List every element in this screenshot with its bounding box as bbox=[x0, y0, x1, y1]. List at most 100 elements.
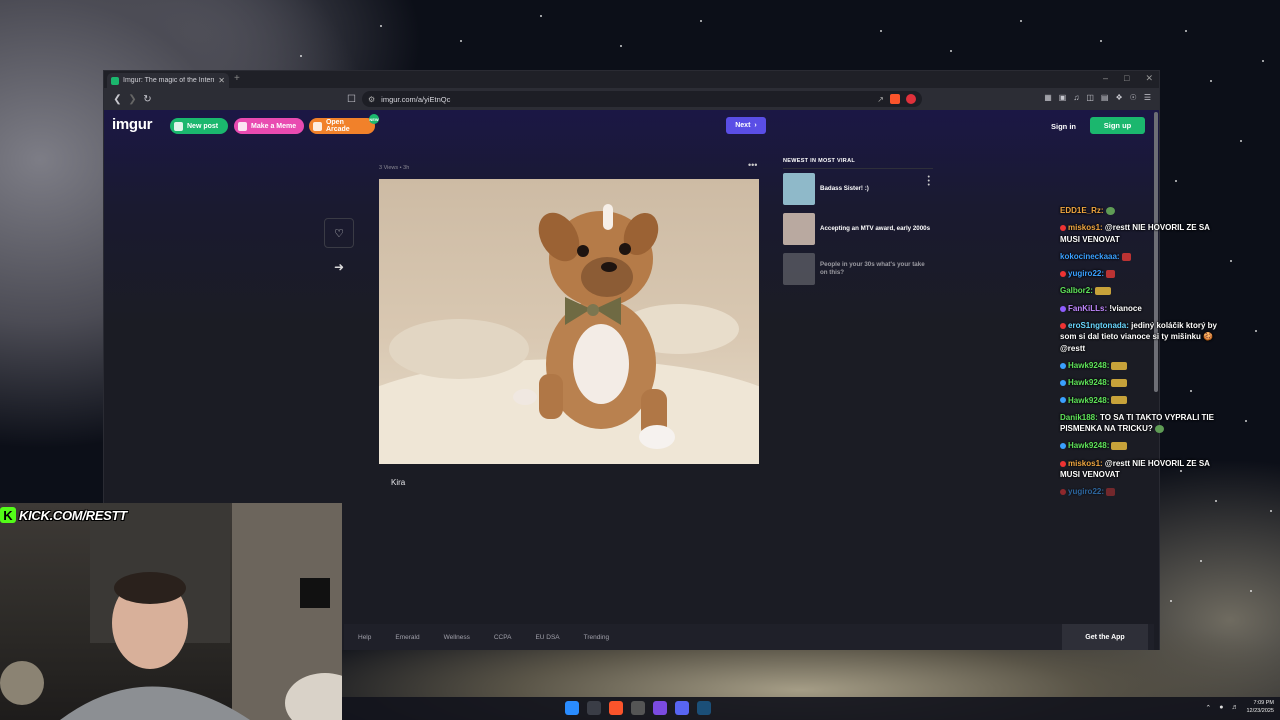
puzzle-icon[interactable]: ❖ bbox=[1115, 93, 1122, 102]
sign-up-button[interactable]: Sign up bbox=[1090, 117, 1145, 134]
chat-badge-icon bbox=[1060, 460, 1066, 467]
chat-username[interactable]: eroS1ngtonada: bbox=[1068, 321, 1129, 330]
footer-link-trending[interactable]: Trending bbox=[584, 634, 609, 641]
open-arcade-button[interactable]: Open Arcade NEW bbox=[309, 114, 379, 134]
tab-imgur[interactable]: Imgur: The magic of the Internet ✕ bbox=[107, 73, 229, 88]
chat-username[interactable]: EDD1E_Rz: bbox=[1060, 206, 1104, 215]
chat-username[interactable]: yugiro22: bbox=[1068, 269, 1104, 278]
new-tab-button[interactable]: + bbox=[234, 73, 240, 84]
viral-item[interactable]: People in your 30s what's your take on t… bbox=[783, 249, 933, 289]
tray-chevron-icon[interactable]: ⌃ bbox=[1205, 704, 1211, 712]
chat-username[interactable]: Hawk9248: bbox=[1068, 378, 1109, 387]
taskbar-apps bbox=[565, 701, 711, 715]
wallet-icon[interactable]: ▣ bbox=[1059, 93, 1067, 102]
volume-icon[interactable]: ♬ bbox=[1231, 704, 1238, 711]
chat-emote-icon bbox=[1106, 488, 1116, 497]
chat-username[interactable]: Galbor2: bbox=[1060, 286, 1093, 295]
microphone-icon[interactable]: ● bbox=[1219, 704, 1223, 711]
tab-close-icon[interactable]: ✕ bbox=[218, 76, 225, 85]
window-controls: – □ ✕ bbox=[1103, 73, 1153, 84]
back-icon[interactable]: ❮ bbox=[110, 94, 125, 105]
get-the-app-button[interactable]: Get the App bbox=[1062, 624, 1148, 650]
sign-in-link[interactable]: Sign in bbox=[1051, 122, 1076, 131]
chat-message: yugiro22: bbox=[1060, 268, 1225, 279]
footer-link-ccpa[interactable]: CCPA bbox=[494, 634, 512, 641]
viral-thumbnail bbox=[783, 173, 815, 205]
system-tray: ⌃ ● ♬ 7:09 PM 12/23/2025 bbox=[1205, 700, 1274, 715]
sidebar-icon[interactable]: ◫ bbox=[1086, 93, 1094, 102]
twitch-icon[interactable] bbox=[653, 701, 667, 715]
footer-link-wellness[interactable]: Wellness bbox=[444, 634, 470, 641]
footer-link-help[interactable]: Help bbox=[358, 634, 371, 641]
reload-icon[interactable]: ↻ bbox=[140, 94, 155, 105]
close-window-icon[interactable]: ✕ bbox=[1145, 73, 1153, 84]
chat-username[interactable]: Danik188: bbox=[1060, 413, 1098, 422]
obs-icon[interactable] bbox=[631, 701, 645, 715]
chat-message: Hawk9248: bbox=[1060, 440, 1225, 451]
open-arcade-label: Open Arcade bbox=[325, 119, 350, 133]
post-image[interactable] bbox=[379, 179, 759, 464]
viral-item[interactable]: Badass Sister! :) bbox=[783, 169, 933, 209]
site-info-icon[interactable]: ⚙ bbox=[368, 95, 375, 104]
star bbox=[1175, 180, 1177, 182]
webcam-picture bbox=[0, 503, 342, 720]
favorite-button[interactable]: ♡ bbox=[324, 218, 354, 248]
footer-link-eu-dsa[interactable]: EU DSA bbox=[535, 634, 559, 641]
vpn-icon[interactable]: ☉ bbox=[1130, 93, 1137, 102]
viral-item[interactable]: Accepting an MTV award, early 2000s bbox=[783, 209, 933, 249]
minimize-icon[interactable]: – bbox=[1103, 73, 1108, 84]
star bbox=[700, 20, 702, 22]
extensions-icon[interactable]: ▦ bbox=[1044, 93, 1052, 102]
discord-icon[interactable] bbox=[675, 701, 689, 715]
chat-username[interactable]: FanKiLLs: bbox=[1068, 304, 1107, 313]
puppy-photo bbox=[379, 179, 759, 464]
chat-message: Hawk9248: bbox=[1060, 360, 1225, 371]
star bbox=[1210, 80, 1212, 82]
taskbar-clock[interactable]: 7:09 PM 12/23/2025 bbox=[1246, 700, 1274, 715]
chevron-right-icon: › bbox=[754, 122, 757, 129]
music-icon[interactable]: ♫ bbox=[1073, 93, 1079, 102]
brave-shield-icon[interactable] bbox=[890, 94, 900, 104]
xbox-icon[interactable] bbox=[587, 701, 601, 715]
chat-username[interactable]: Hawk9248: bbox=[1068, 441, 1109, 450]
share-icon[interactable]: ↗ bbox=[877, 95, 884, 104]
imgur-footer: Help Emerald Wellness CCPA EU DSA Trendi… bbox=[344, 624, 1154, 650]
viral-item-title: Accepting an MTV award, early 2000s bbox=[820, 224, 931, 232]
star bbox=[540, 15, 542, 17]
star bbox=[1100, 40, 1102, 42]
next-post-button[interactable]: Next › bbox=[726, 117, 766, 134]
steam-icon[interactable] bbox=[697, 701, 711, 715]
chat-message: EDD1E_Rz: bbox=[1060, 205, 1225, 216]
maximize-icon[interactable]: □ bbox=[1124, 73, 1129, 84]
chat-emote-icon bbox=[1106, 270, 1116, 279]
chat-username[interactable]: yugiro22: bbox=[1068, 487, 1104, 496]
clock-date: 12/23/2025 bbox=[1246, 707, 1274, 714]
chat-emote-icon bbox=[1121, 252, 1131, 261]
make-meme-label: Make a Meme bbox=[251, 122, 297, 130]
brave-browser-icon[interactable] bbox=[609, 701, 623, 715]
star bbox=[1200, 560, 1202, 562]
forward-icon[interactable]: ❯ bbox=[125, 94, 140, 105]
new-post-button[interactable]: New post bbox=[170, 118, 228, 134]
brave-rewards-icon[interactable] bbox=[906, 94, 916, 104]
chat-username[interactable]: miskos1: bbox=[1068, 223, 1103, 232]
star bbox=[1240, 140, 1242, 142]
chat-badge-icon bbox=[1060, 380, 1066, 387]
make-meme-button[interactable]: Make a Meme bbox=[234, 118, 304, 134]
chat-username[interactable]: miskos1: bbox=[1068, 459, 1103, 468]
imgur-logo[interactable]: imgur bbox=[112, 116, 152, 133]
most-viral-panel: NEWEST IN MOST VIRAL • • • Badass Sister! … bbox=[783, 158, 933, 289]
imgur-favicon-icon bbox=[111, 76, 119, 85]
footer-link-emerald[interactable]: Emerald bbox=[395, 634, 419, 641]
chat-username[interactable]: Hawk9248: bbox=[1068, 361, 1109, 370]
chat-username[interactable]: Hawk9248: bbox=[1068, 396, 1109, 405]
windows-start-icon[interactable] bbox=[565, 701, 579, 715]
chat-username[interactable]: kokocineckaaa: bbox=[1060, 252, 1120, 261]
reader-icon[interactable]: ▤ bbox=[1101, 93, 1109, 102]
url-field[interactable]: ⚙ imgur.com/a/yiEtnQc ↗ bbox=[362, 91, 922, 107]
share-arrow-icon[interactable]: ➜ bbox=[324, 260, 354, 274]
post-options-icon[interactable]: ••• bbox=[748, 160, 757, 170]
menu-icon[interactable]: ☰ bbox=[1144, 93, 1151, 102]
bookmark-icon[interactable]: ☐ bbox=[344, 94, 359, 105]
chat-message: FanKiLLs: !vianoce bbox=[1060, 303, 1225, 314]
